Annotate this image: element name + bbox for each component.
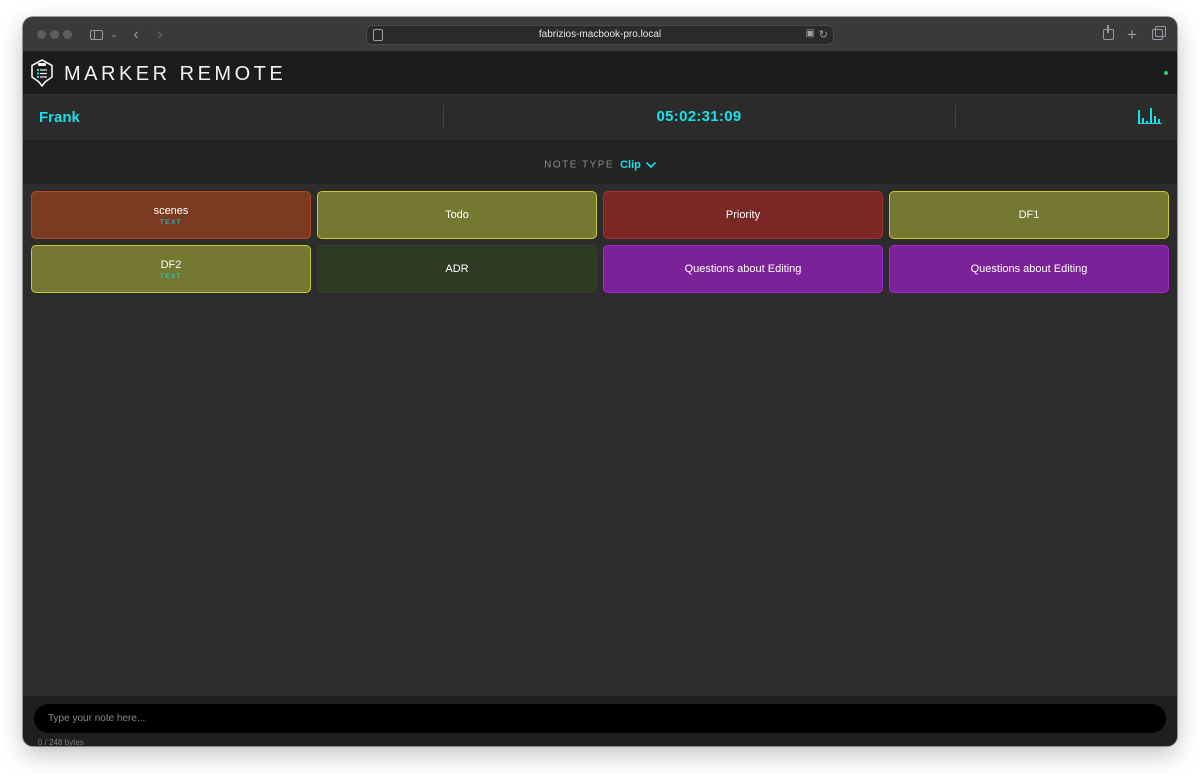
note-input[interactable] (34, 704, 1166, 733)
marker-tile-label: DF1 (1018, 209, 1040, 221)
url-text: fabrizios-macbook-pro.local (538, 29, 662, 40)
divider (955, 105, 956, 129)
info-bar: Frank 05:02:31:09 (23, 95, 1177, 140)
share-icon[interactable] (1101, 25, 1115, 44)
marker-tile[interactable]: Priority (603, 191, 883, 239)
sidebar-icon[interactable] (89, 25, 103, 44)
marker-tile[interactable]: Todo (317, 191, 597, 239)
tabs-icon[interactable] (1150, 25, 1166, 44)
user-name[interactable]: Frank (39, 109, 80, 126)
timecode: 05:02:31:09 (656, 108, 742, 125)
app-header: MARKER REMOTE (23, 52, 1177, 95)
logo-icon (31, 59, 53, 87)
marker-tile-type: TEXT (159, 218, 183, 226)
marker-tile-label: Priority (725, 209, 761, 221)
marker-tile-grid: scenes TEXT Todo Priority DF1 DF2 TEXT ADR Quest… (31, 191, 1169, 293)
chevron-down-icon[interactable]: ⌄ (109, 25, 119, 44)
marker-tile-label: ADR (445, 263, 469, 275)
note-type-value[interactable]: Clip (620, 159, 641, 171)
marker-tile[interactable]: Questions about Editing (889, 245, 1169, 293)
marker-tile[interactable]: Questions about Editing (603, 245, 883, 293)
note-footer: 0 / 248 bytes (23, 696, 1177, 746)
marker-tile-type: TEXT (159, 272, 183, 280)
audio-meter-icon[interactable] (1138, 108, 1162, 124)
plus-icon[interactable]: + (1125, 25, 1139, 44)
marker-tile[interactable]: DF1 (889, 191, 1169, 239)
minimize-window-button[interactable] (50, 30, 59, 39)
note-type-label: NOTE TYPE (544, 159, 615, 171)
close-window-button[interactable] (37, 30, 46, 39)
note-type-bar: NOTE TYPE Clip (23, 140, 1177, 184)
browser-window: ⌄ ‹ › fabrizios-macbook-pro.local ▣ ↻ + … (23, 17, 1177, 746)
browser-toolbar: ⌄ ‹ › fabrizios-macbook-pro.local ▣ ↻ + (23, 17, 1177, 52)
address-bar[interactable]: fabrizios-macbook-pro.local ▣ ↻ (366, 25, 834, 45)
marker-tile-label: Questions about Editing (684, 263, 802, 275)
note-type-selector[interactable]: NOTE TYPE Clip (23, 156, 1177, 174)
marker-tile-label: scenes (153, 204, 189, 217)
zoom-window-button[interactable] (63, 30, 72, 39)
app-title: MARKER REMOTE (64, 63, 287, 85)
marker-tile-label: Todo (445, 209, 469, 221)
reload-icon[interactable]: ↻ (819, 28, 828, 41)
marker-tile[interactable]: DF2 TEXT (31, 245, 311, 293)
chevron-down-icon[interactable] (646, 161, 656, 169)
forward-icon[interactable]: › (153, 25, 167, 44)
connection-status-dot (1164, 71, 1168, 75)
marker-tile[interactable]: scenes TEXT (31, 191, 311, 239)
marker-tile[interactable]: ADR (317, 245, 597, 293)
back-icon[interactable]: ‹ (129, 25, 143, 44)
translate-icon[interactable]: ▣ (806, 28, 815, 39)
marker-tile-label: Questions about Editing (970, 263, 1088, 275)
byte-counter: 0 / 248 bytes (38, 738, 84, 746)
marker-tile-label: DF2 (160, 258, 182, 271)
